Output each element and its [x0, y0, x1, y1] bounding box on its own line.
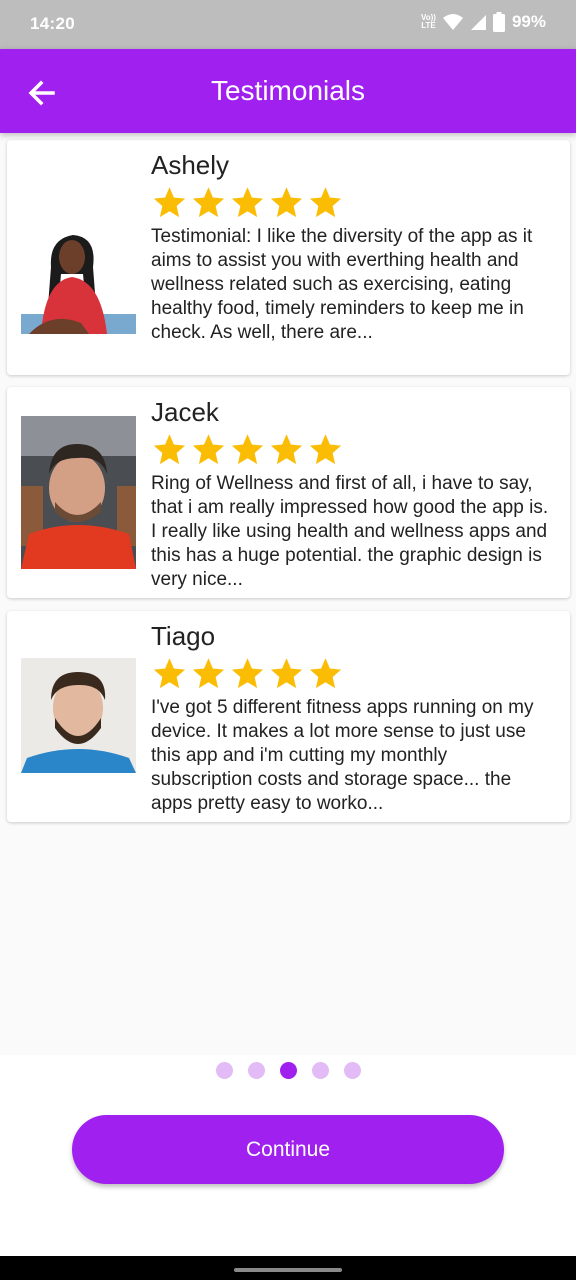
testimonial-name: Jacek [151, 397, 219, 427]
star-icon [309, 658, 342, 689]
star-icon [192, 187, 225, 218]
footer: Continue [0, 1055, 576, 1256]
home-gesture-handle[interactable] [234, 1268, 342, 1272]
testimonial-card[interactable]: Tiago I've got 5 different fitness apps … [7, 611, 570, 822]
status-icons: Vo)) LTE 99% [421, 12, 546, 32]
star-icon [231, 187, 264, 218]
system-nav-bar [0, 1256, 576, 1280]
page-indicator [0, 1062, 576, 1079]
battery-percent: 99% [511, 12, 546, 31]
star-icon [270, 658, 303, 689]
testimonial-text: I've got 5 different fitness apps runnin… [151, 697, 534, 814]
page-dot-active[interactable] [279, 1062, 297, 1079]
star-rating [152, 185, 343, 220]
page-dot[interactable] [343, 1062, 361, 1079]
testimonial-card[interactable]: Jacek Ring of Wellness and first of all,… [7, 387, 570, 598]
star-icon [153, 434, 186, 465]
page-title: Testimonials [210, 75, 366, 106]
app-bar: Testimonials [0, 49, 576, 133]
volte-icon: Vo)) LTE [421, 13, 436, 30]
avatar-tiago [21, 658, 136, 773]
page-dot[interactable] [247, 1062, 265, 1079]
battery-icon [492, 12, 505, 32]
signal-icon [470, 15, 486, 30]
page-dot[interactable] [311, 1062, 329, 1079]
continue-button-label: Continue [245, 1137, 331, 1161]
testimonial-card[interactable]: Ashely Testimonial: I like the diversity… [7, 140, 570, 375]
star-rating [152, 432, 343, 467]
testimonial-name: Tiago [151, 621, 216, 651]
star-icon [231, 434, 264, 465]
avatar-ashely [21, 219, 136, 334]
star-icon [309, 434, 342, 465]
testimonial-name: Ashely [151, 150, 230, 180]
star-icon [270, 187, 303, 218]
testimonial-text: Testimonial: I like the diversity of the… [151, 226, 533, 343]
avatar-jacek [21, 416, 136, 569]
status-bar: 14:20 Vo)) LTE 99% [0, 0, 576, 49]
star-icon [153, 187, 186, 218]
wifi-icon [442, 14, 463, 30]
star-icon [231, 658, 264, 689]
star-icon [309, 187, 342, 218]
status-time: 14:20 [30, 14, 75, 33]
star-icon [153, 658, 186, 689]
continue-button[interactable]: Continue [72, 1115, 504, 1184]
star-icon [270, 434, 303, 465]
star-icon [192, 434, 225, 465]
star-rating [152, 656, 343, 691]
star-icon [192, 658, 225, 689]
testimonial-text: Ring of Wellness and first of all, i hav… [151, 473, 549, 590]
testimonial-list[interactable]: Ashely Testimonial: I like the diversity… [0, 133, 576, 1055]
page-dot[interactable] [215, 1062, 233, 1079]
